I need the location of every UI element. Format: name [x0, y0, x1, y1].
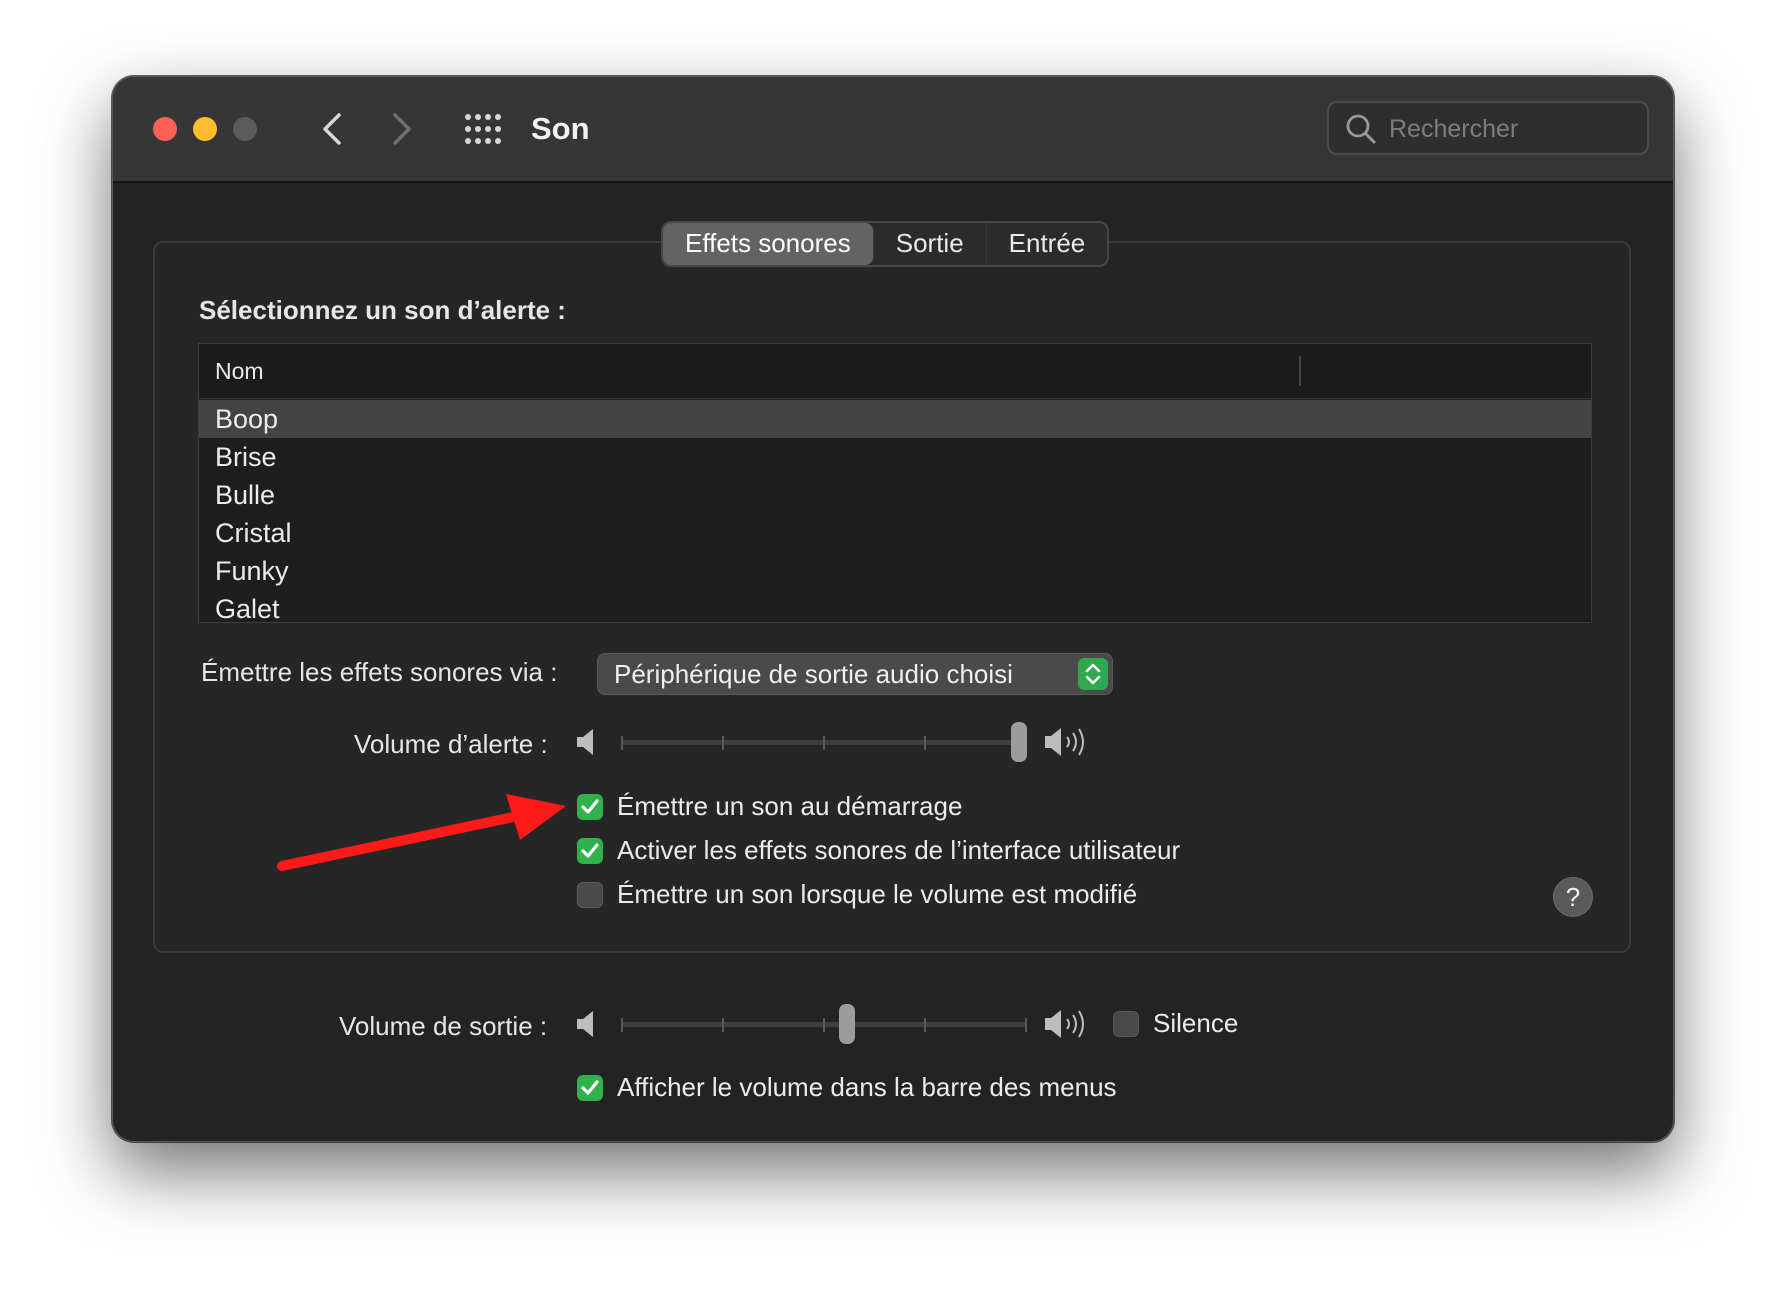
list-item[interactable]: Cristal: [199, 514, 1591, 552]
speaker-high-icon: [1045, 728, 1084, 756]
window-title: Son: [531, 111, 590, 146]
volume-feedback-checkbox[interactable]: [577, 882, 603, 908]
show-volume-menubar-label: Afficher le volume dans la barre des men…: [617, 1072, 1117, 1102]
title-bar: Son: [113, 77, 1673, 183]
alert-sound-list[interactable]: Nom Boop Brise Bulle Cristal Funky Galet: [198, 343, 1592, 623]
show-volume-menubar-checkbox[interactable]: [577, 1075, 603, 1101]
chevron-right-icon: [393, 113, 411, 145]
back-button[interactable]: [313, 107, 353, 151]
output-device-popup[interactable]: Périphérique de sortie audio choisi: [597, 653, 1113, 695]
output-volume-slider[interactable]: [621, 1004, 1027, 1044]
alert-volume-label: Volume d’alerte :: [354, 729, 548, 759]
checkmark-icon: [581, 1080, 599, 1095]
forward-button[interactable]: [381, 107, 421, 151]
list-item[interactable]: Galet: [199, 590, 1591, 622]
output-volume-label: Volume de sortie :: [339, 1011, 548, 1041]
mute-label: Silence: [1153, 1008, 1239, 1038]
list-item[interactable]: Funky: [199, 552, 1591, 590]
minimize-button[interactable]: [193, 117, 217, 141]
chevron-left-icon: [323, 113, 341, 145]
mute-checkbox[interactable]: [1113, 1011, 1139, 1037]
ui-sound-effects-checkbox[interactable]: [577, 838, 603, 864]
output-device-value: Périphérique de sortie audio choisi: [614, 659, 1013, 689]
alert-volume-knob[interactable]: [1011, 722, 1027, 762]
tab-sound-effects[interactable]: Effets sonores: [663, 223, 874, 265]
show-all-button[interactable]: [463, 111, 503, 147]
close-button[interactable]: [153, 117, 177, 141]
speaker-low-icon: [577, 729, 593, 755]
grid-icon: [465, 114, 501, 144]
startup-sound-checkbox[interactable]: [577, 794, 603, 820]
tab-bar: Effets sonores Sortie Entrée: [661, 221, 1110, 267]
speaker-low-icon: [577, 1011, 593, 1037]
list-item[interactable]: Bulle: [199, 476, 1591, 514]
help-button[interactable]: ?: [1553, 877, 1593, 917]
annotation-arrow: [277, 794, 566, 871]
play-via-label: Émettre les effets sonores via :: [201, 657, 558, 687]
preferences-window: Son Effets sonores Sortie Entrée Sélecti…: [112, 76, 1674, 1142]
search-field[interactable]: [1327, 101, 1649, 155]
output-volume-knob[interactable]: [839, 1004, 856, 1044]
tab-input[interactable]: Entrée: [987, 223, 1108, 265]
list-header: Nom: [199, 344, 1591, 399]
list-body: Boop Brise Bulle Cristal Funky Galet: [199, 400, 1591, 622]
checkmark-icon: [581, 799, 599, 814]
startup-sound-label: Émettre un son au démarrage: [617, 791, 963, 821]
tab-output[interactable]: Sortie: [874, 223, 987, 265]
volume-feedback-label: Émettre un son lorsque le volume est mod…: [617, 879, 1138, 909]
zoom-button[interactable]: [233, 117, 257, 141]
search-input[interactable]: [1387, 109, 1641, 149]
alert-sound-label: Sélectionnez un son d’alerte :: [199, 295, 566, 325]
speaker-high-icon: [1045, 1010, 1084, 1038]
column-divider: [1299, 356, 1301, 386]
alert-volume-slider[interactable]: [621, 722, 1027, 762]
list-item[interactable]: Brise: [199, 438, 1591, 476]
popup-arrows-icon: [1078, 658, 1108, 690]
search-icon: [1346, 114, 1376, 144]
column-header-name[interactable]: Nom: [215, 358, 264, 385]
ui-sound-effects-label: Activer les effets sonores de l’interfac…: [617, 835, 1181, 865]
list-item[interactable]: Boop: [199, 400, 1591, 438]
checkmark-icon: [581, 843, 599, 858]
